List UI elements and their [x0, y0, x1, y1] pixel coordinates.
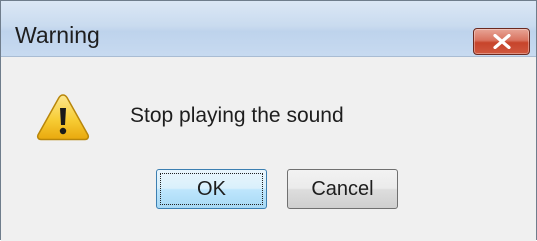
dialog-body: Stop playing the sound OK Cancel [1, 57, 536, 241]
ok-button[interactable]: OK [156, 169, 267, 209]
ok-button-label: OK [197, 178, 226, 200]
cancel-button[interactable]: Cancel [287, 169, 398, 209]
close-button[interactable] [473, 28, 530, 55]
warning-dialog: Warning Stop playing the sound OK Cancel [0, 0, 537, 241]
close-icon [493, 34, 511, 49]
title-bar[interactable]: Warning [1, 1, 536, 57]
warning-icon [36, 94, 90, 141]
dialog-message: Stop playing the sound [130, 104, 344, 127]
dialog-title: Warning [15, 22, 100, 48]
